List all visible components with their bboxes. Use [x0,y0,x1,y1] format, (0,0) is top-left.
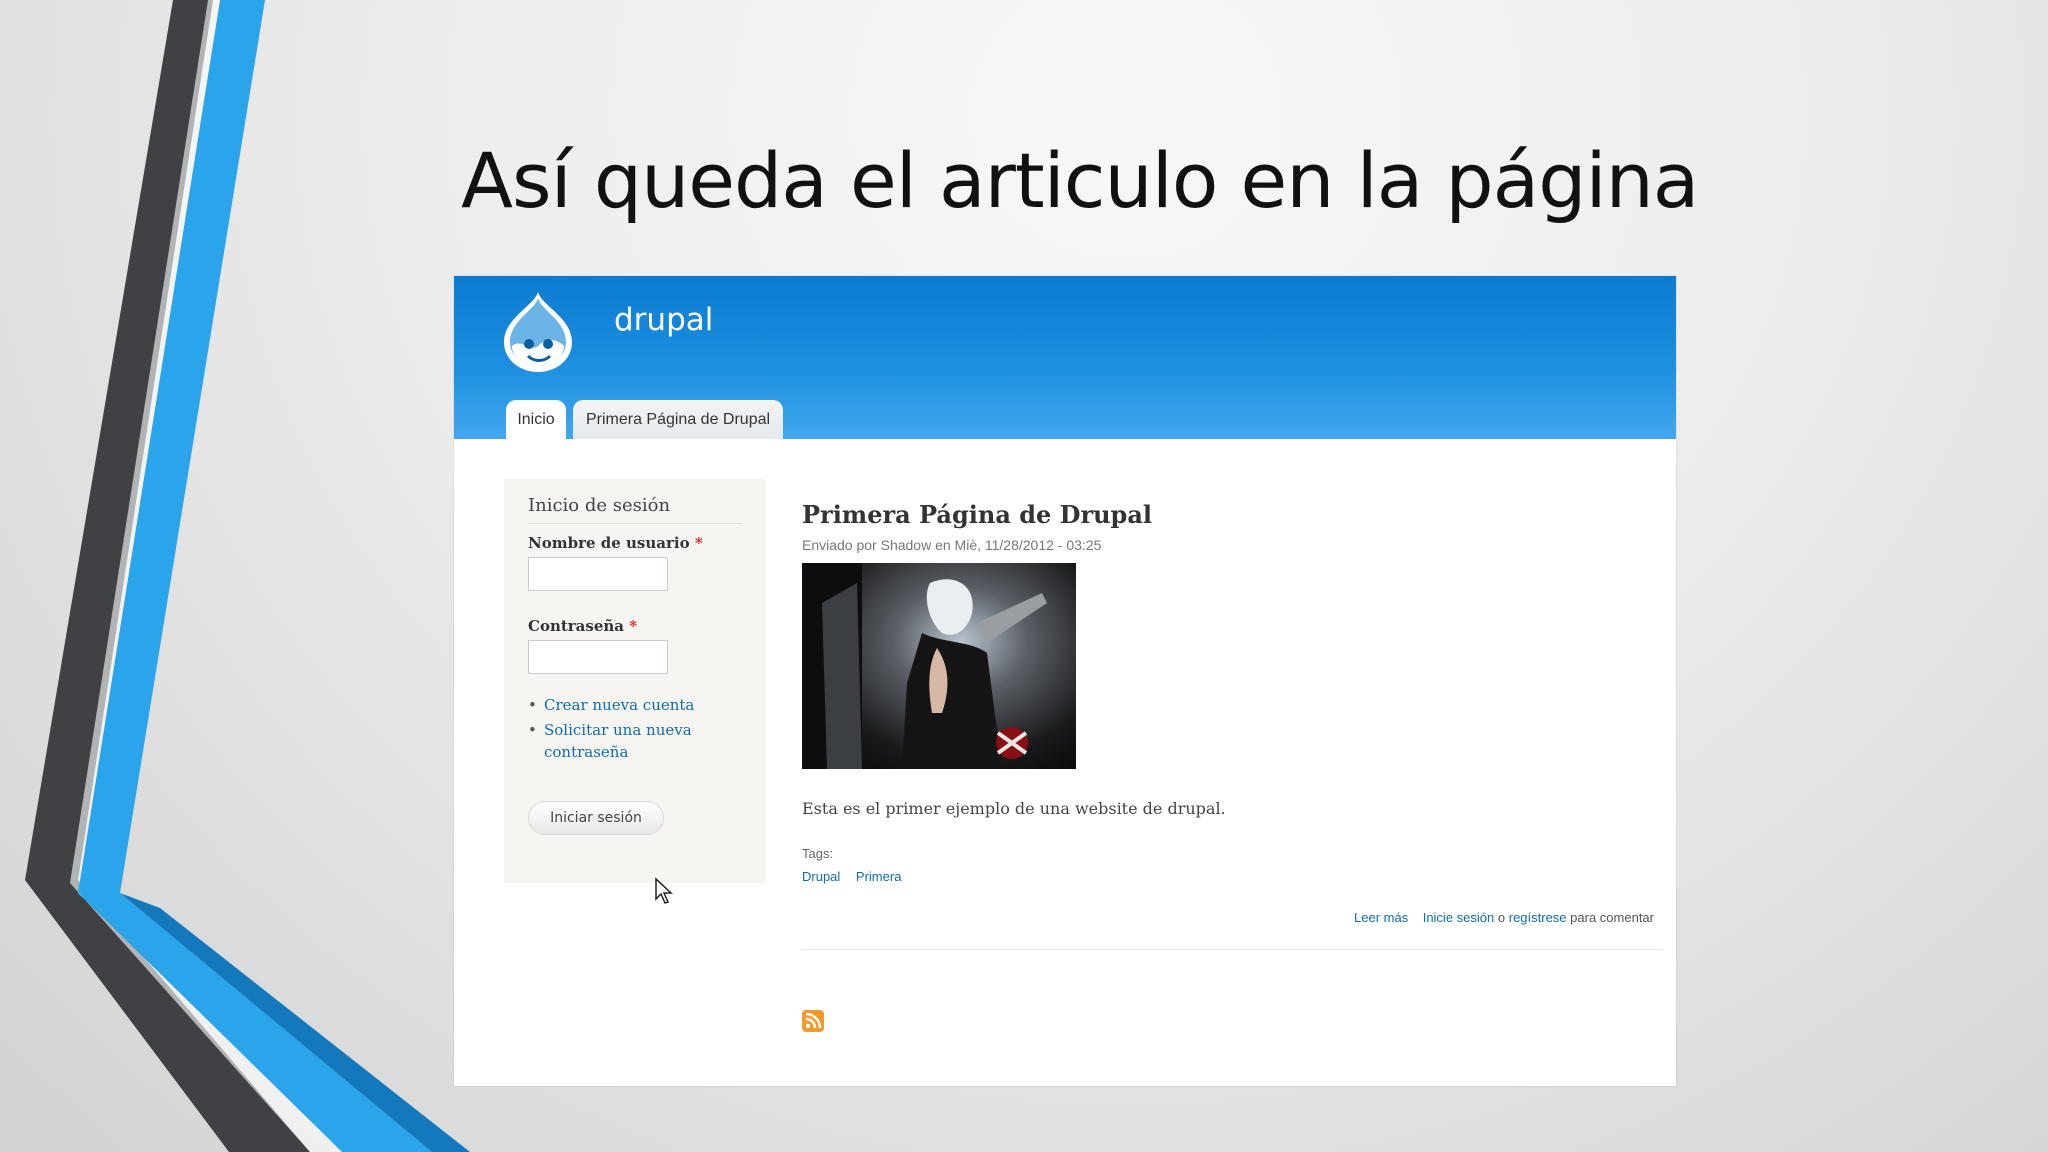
site-header: drupal Inicio Primera Página de Drupal [454,276,1676,439]
username-label-text: Nombre de usuario [528,534,690,552]
password-label-text: Contraseña [528,617,625,635]
drupal-logo-icon[interactable] [498,288,578,374]
required-mark: * [694,534,703,552]
username-label: Nombre de usuario * [528,534,742,552]
create-account-link[interactable]: Crear nueva cuenta [528,694,742,716]
required-mark: * [629,617,638,635]
article-title[interactable]: Primera Página de Drupal [802,500,1662,529]
register-link[interactable]: regístrese [1509,910,1567,925]
submitted-info: Enviado por Shadow en Miè, 11/28/2012 - … [802,537,1102,553]
article-node: Primera Página de Drupal Enviado por Sha… [802,500,1662,1032]
tag-link[interactable]: Drupal [802,869,840,884]
tags-list: Drupal Primera [802,869,1662,884]
tag-link[interactable]: Primera [856,869,902,884]
rss-icon[interactable] [802,1010,824,1032]
article-image-art [802,563,1047,769]
request-password-link[interactable]: Solicitar una nueva contraseña [528,719,694,763]
mouse-pointer-icon [655,877,673,904]
tab-primera-pagina[interactable]: Primera Página de Drupal [573,400,783,439]
article-image [802,563,1076,769]
read-more-link[interactable]: Leer más [1354,910,1408,925]
site-name[interactable]: drupal [614,302,713,338]
password-label: Contraseña * [528,617,742,635]
or-text: o [1497,910,1506,925]
comment-suffix: para comentar [1570,910,1654,925]
login-block: Inicio de sesión Nombre de usuario * Con… [504,479,766,904]
slide-title: Así queda el articulo en la página [461,136,1699,225]
username-field[interactable] [528,557,668,591]
tab-inicio[interactable]: Inicio [506,400,566,439]
node-links: Leer más Inicie sesión o regístrese para… [802,910,1662,925]
login-links: Crear nueva cuenta Solicitar una nueva c… [528,694,742,763]
article-body: Esta es el primer ejemplo de una website… [802,799,1226,818]
password-field[interactable] [528,640,668,674]
content-divider [802,949,1662,950]
login-button[interactable]: Iniciar sesión [528,801,664,835]
drupal-screenshot: drupal Inicio Primera Página de Drupal I… [454,276,1676,1086]
login-block-title: Inicio de sesión [528,495,742,524]
login-to-comment-link[interactable]: Inicie sesión [1423,910,1495,925]
tags-label: Tags: [802,846,834,861]
